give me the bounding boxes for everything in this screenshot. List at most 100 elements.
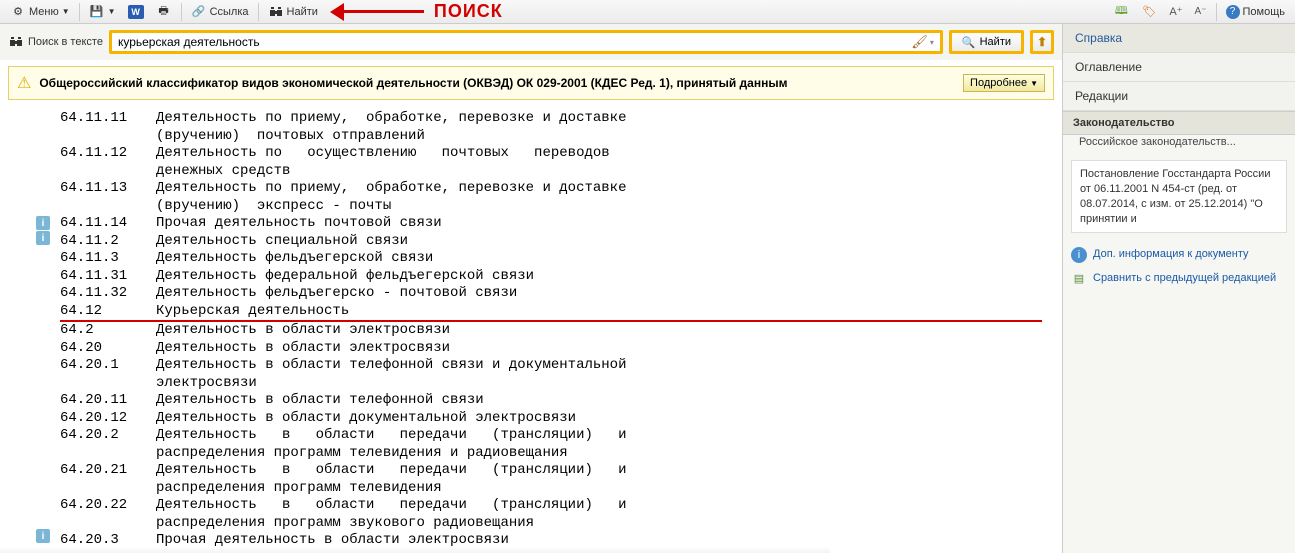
code-cell: 64.11.2: [60, 233, 156, 251]
doc-row: денежных средств: [60, 163, 1042, 181]
main-area: Поиск в тексте 🖌▾ 🔍 Найти ⬆ ⚠ Общероссий…: [0, 24, 1295, 553]
alert-more-button[interactable]: Подробнее ▼: [963, 74, 1045, 92]
info-icon[interactable]: i: [36, 529, 50, 543]
document-info-card: Постановление Госстандарта России от 06.…: [1071, 160, 1287, 233]
menu-label: Меню: [29, 6, 59, 18]
doc-row: распределения программ звукового радиове…: [60, 515, 1042, 533]
margin-info-icon-bottom: i: [36, 529, 50, 543]
text-cell: Деятельность в области телефонной связи …: [156, 357, 1042, 375]
text-cell: Прочая деятельность почтовой связи: [156, 215, 1042, 233]
help-label: Помощь: [1243, 6, 1286, 18]
doc-row: 64.11.11Деятельность по приему, обработк…: [60, 110, 1042, 128]
doc-row: 64.12Курьерская деятельность: [60, 303, 1042, 323]
floppy-icon: 💾: [89, 4, 105, 20]
font-increase-button[interactable]: A⁺: [1163, 3, 1188, 20]
code-cell: [60, 480, 156, 498]
code-cell: 64.20: [60, 340, 156, 358]
text-cell: Деятельность в области документальной эл…: [156, 410, 1042, 428]
link-additional-info[interactable]: i Доп. информация к документу: [1071, 243, 1287, 267]
arrow-up-icon: ⬆: [1037, 35, 1047, 49]
print-button[interactable]: 🖶: [150, 2, 178, 22]
help-button[interactable]: ? Помощь: [1220, 3, 1292, 21]
print-icon: 🖶: [156, 4, 172, 20]
code-cell: [60, 515, 156, 533]
legislation-sub: Российское законодательств...: [1063, 135, 1295, 154]
link-button[interactable]: 🔗 Ссылка: [185, 2, 255, 22]
word-button[interactable]: W: [122, 3, 150, 21]
document-alert: ⚠ Общероссийский классификатор видов эко…: [8, 66, 1054, 100]
text-cell: распределения программ звукового радиове…: [156, 515, 1042, 533]
code-cell: 64.11.13: [60, 180, 156, 198]
app-icon: ⚙: [10, 4, 26, 20]
search-input[interactable]: [112, 33, 905, 51]
code-cell: 64.12: [60, 303, 156, 321]
doc-row: 64.20.1Деятельность в области телефонной…: [60, 357, 1042, 375]
code-cell: 64.11.31: [60, 268, 156, 286]
text-cell: денежных средств: [156, 163, 1042, 181]
code-cell: 64.20.1: [60, 357, 156, 375]
doc-row: 64.11.2Деятельность специальной связи: [60, 233, 1042, 251]
text-cell: Курьерская деятельность: [156, 303, 1042, 321]
bookmark-button[interactable]: 🕮: [1107, 2, 1135, 22]
chevron-down-icon: ▼: [108, 7, 116, 16]
text-cell: (вручению) экспресс - почты: [156, 198, 1042, 216]
text-cell: распределения программ телевидения: [156, 480, 1042, 498]
doc-row: электросвязи: [60, 375, 1042, 393]
text-cell: Прочая деятельность в области электросвя…: [156, 532, 1042, 550]
document-body[interactable]: 64.11.11 Деятельность по приему, обработк…: [0, 104, 1062, 553]
magnifier-icon: 🔍: [962, 36, 976, 49]
doc-row: 64.20.11Деятельность в области телефонно…: [60, 392, 1042, 410]
doc-row: 64.20.2Деятельность в области передачи (…: [60, 427, 1042, 445]
doc-row: 64.20.12Деятельность в области документа…: [60, 410, 1042, 428]
code-cell: [60, 198, 156, 216]
legislation-header: Законодательство: [1063, 111, 1295, 135]
right-links: i Доп. информация к документу ▤ Сравнить…: [1063, 239, 1295, 295]
code-cell: 64.11.3: [60, 250, 156, 268]
separator: [181, 3, 182, 21]
text-cell: Деятельность специальной связи: [156, 233, 1042, 251]
code-cell: 64.20.22: [60, 497, 156, 515]
link-compare-edition[interactable]: ▤ Сравнить с предыдущей редакцией: [1071, 267, 1287, 291]
doc-row: 64.20.22Деятельность в области передачи …: [60, 497, 1042, 515]
text-cell: Деятельность в области передачи (трансля…: [156, 427, 1042, 445]
info-icon: i: [1071, 247, 1087, 263]
code-cell: 64.11.32: [60, 285, 156, 303]
clear-search-button[interactable]: 🖌▾: [905, 34, 940, 50]
code-cell: 64.20.21: [60, 462, 156, 480]
tab-contents[interactable]: Оглавление: [1063, 53, 1295, 82]
code-cell: 64.11.14: [60, 215, 156, 233]
tag-button[interactable]: 🏷: [1135, 2, 1163, 22]
code-cell: 64.20.11: [60, 392, 156, 410]
tab-editions[interactable]: Редакции: [1063, 82, 1295, 111]
text-cell: Деятельность по приему, обработке, перев…: [156, 180, 1042, 198]
code-cell: 64.20.2: [60, 427, 156, 445]
warning-icon: ⚠: [17, 73, 31, 93]
text-cell: Деятельность федеральной фельдъегерской …: [156, 268, 1042, 286]
menu-button[interactable]: ⚙ Меню ▼: [4, 2, 76, 22]
text-cell: Деятельность в области электросвязи: [156, 340, 1042, 358]
doc-row: (вручению) почтовых отправлений: [60, 128, 1042, 146]
doc-row: 64.11.32Деятельность фельдъегерско - поч…: [60, 285, 1042, 303]
search-up-button[interactable]: ⬆: [1030, 30, 1054, 54]
search-find-button[interactable]: 🔍 Найти: [949, 30, 1024, 54]
text-cell: электросвязи: [156, 375, 1042, 393]
doc-row: 64.11.14Прочая деятельность почтовой свя…: [60, 215, 1042, 233]
tab-reference[interactable]: Справка: [1063, 24, 1295, 53]
compare-icon: ▤: [1071, 271, 1087, 287]
font-decrease-button[interactable]: A⁻: [1189, 4, 1213, 19]
tag-icon: 🏷: [1141, 4, 1157, 20]
separator: [1216, 3, 1217, 21]
save-button[interactable]: 💾 ▼: [83, 2, 122, 22]
arrow-left-icon: [344, 10, 424, 13]
code-cell: [60, 445, 156, 463]
chevron-down-icon: ▼: [1030, 79, 1038, 88]
doc-row: 64.11.3Деятельность фельдъегерской связи: [60, 250, 1042, 268]
font-decrease-icon: A⁻: [1195, 6, 1207, 17]
document-pane: Поиск в тексте 🖌▾ 🔍 Найти ⬆ ⚠ Общероссий…: [0, 24, 1063, 553]
code-cell: 64.11.11: [60, 110, 156, 128]
doc-row: 64.11.13Деятельность по приему, обработк…: [60, 180, 1042, 198]
code-cell: 64.11.12: [60, 145, 156, 163]
text-cell: Деятельность в области телефонной связи: [156, 392, 1042, 410]
word-icon: W: [128, 5, 144, 19]
find-button[interactable]: Найти: [262, 2, 324, 22]
